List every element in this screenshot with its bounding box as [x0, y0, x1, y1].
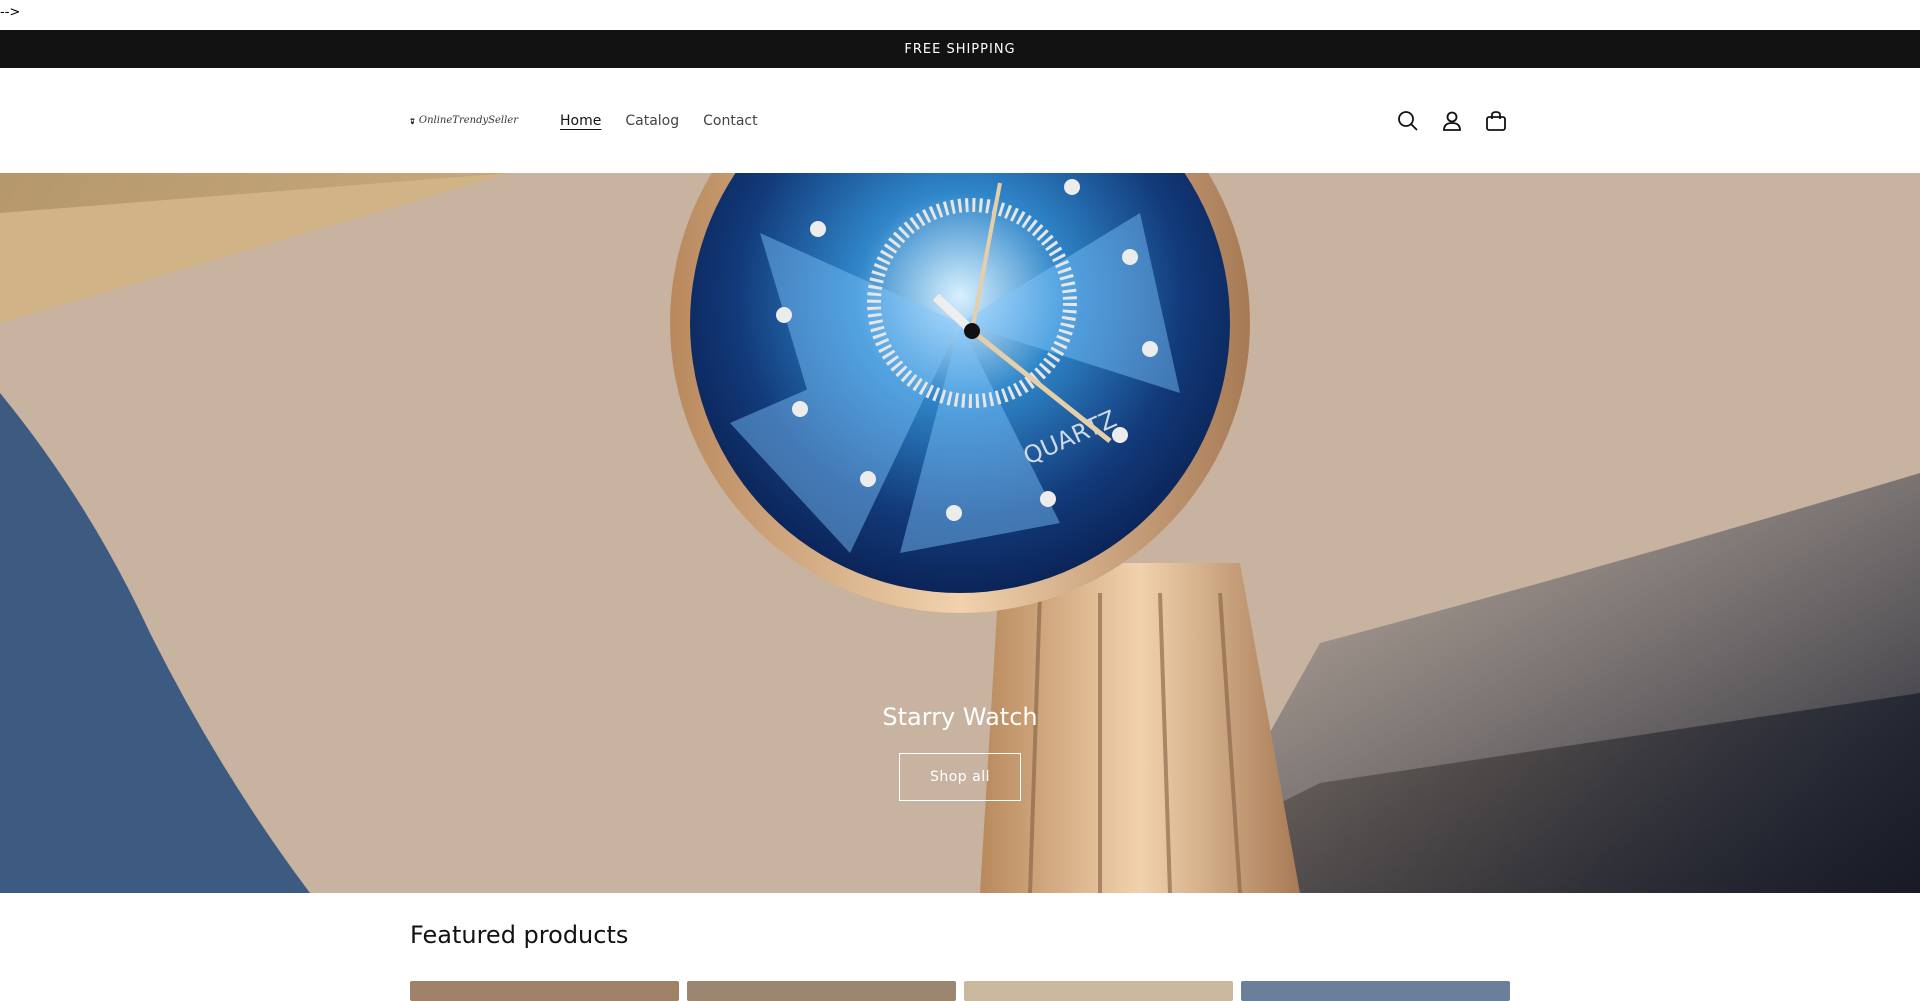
store-logo[interactable]: OnlineTrendySeller [410, 99, 518, 143]
product-card[interactable] [410, 981, 679, 1001]
product-grid [410, 981, 1510, 1001]
product-card[interactable] [1241, 981, 1510, 1001]
cart-icon[interactable] [1482, 107, 1510, 135]
product-card[interactable] [964, 981, 1233, 1001]
account-icon[interactable] [1438, 107, 1466, 135]
featured-products-title: Featured products [410, 921, 629, 949]
site-header: OnlineTrendySeller Home Catalog Contact [0, 68, 1920, 173]
announcement-bar: FREE SHIPPING [0, 30, 1920, 68]
logo-wordmark: OnlineTrendySeller [418, 114, 518, 126]
main-nav: Home Catalog Contact [560, 113, 758, 129]
nav-contact-link[interactable]: Contact [703, 113, 757, 129]
featured-products-section: Featured products [410, 893, 1510, 1001]
hero-banner: QUARTZ Starry Watch Shop all [0, 173, 1920, 893]
nav-home-link[interactable]: Home [560, 113, 601, 129]
nav-catalog-link[interactable]: Catalog [625, 113, 679, 129]
announcement-text: FREE SHIPPING [904, 41, 1016, 57]
hero-title: Starry Watch [882, 703, 1038, 731]
hero-content: Starry Watch Shop all [0, 703, 1920, 801]
stray-comment-text: --> [0, 5, 21, 20]
search-icon[interactable] [1394, 107, 1422, 135]
logo-woman-icon [410, 117, 415, 124]
product-card[interactable] [687, 981, 956, 1001]
shop-all-button[interactable]: Shop all [899, 753, 1021, 801]
header-icons [1394, 107, 1510, 135]
